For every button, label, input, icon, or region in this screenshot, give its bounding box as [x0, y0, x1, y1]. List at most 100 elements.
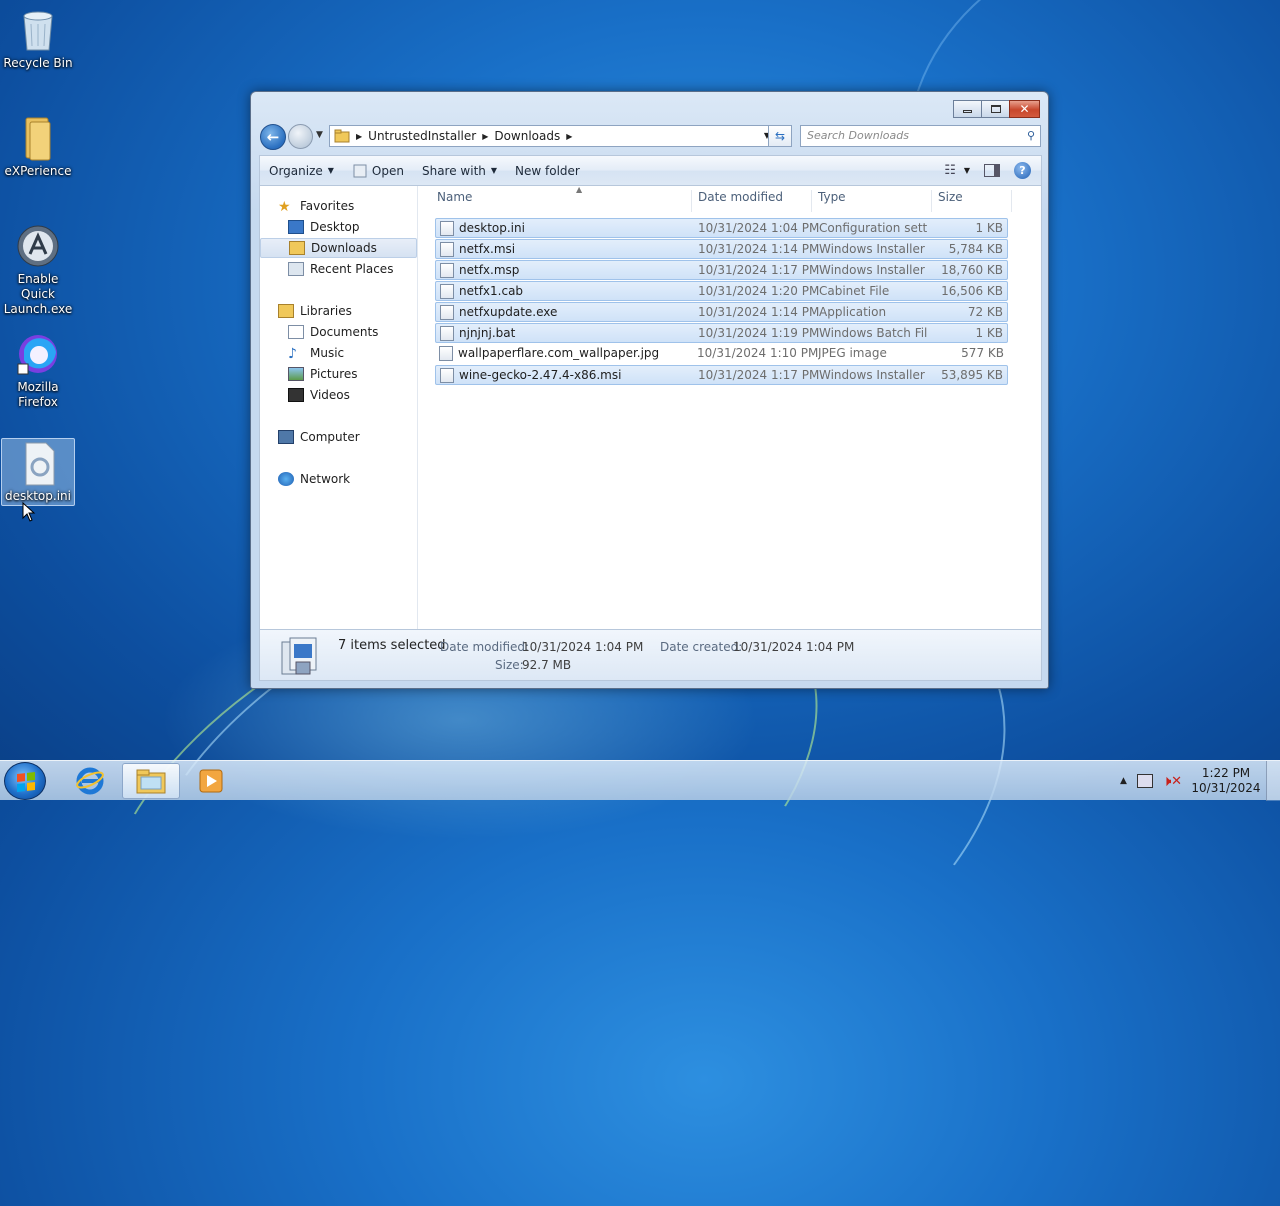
show-desktop-button[interactable] — [1266, 761, 1280, 801]
nav-network[interactable]: Network — [278, 469, 350, 489]
back-button[interactable]: ← — [260, 124, 286, 150]
details-view-icon: ☷ — [944, 163, 956, 178]
nav-label: Videos — [310, 388, 350, 402]
share-with-button[interactable]: Share with ▼ — [413, 156, 506, 185]
file-row[interactable]: desktop.ini 10/31/2024 1:04 PM Configurati… — [435, 218, 1008, 238]
file-icon — [440, 242, 454, 257]
file-row[interactable]: netfxupdate.exe 10/31/2024 1:14 PM Applica… — [435, 302, 1008, 322]
desktop-icon-desktop-ini[interactable]: desktop.ini — [1, 438, 75, 506]
action-center-icon[interactable] — [1136, 774, 1153, 788]
file-row[interactable]: netfx.msp 10/31/2024 1:17 PM Windows Insta… — [435, 260, 1008, 280]
start-button[interactable] — [4, 762, 46, 800]
file-type: Windows Installer ... — [819, 263, 927, 277]
column-divider[interactable] — [1011, 190, 1012, 212]
clock[interactable]: 1:22 PM 10/31/2024 — [1186, 766, 1266, 796]
column-label: Name — [437, 190, 473, 204]
column-header-size[interactable]: Size — [938, 190, 963, 208]
nav-favorites[interactable]: ★ Favorites — [278, 196, 354, 216]
taskbar-windows-explorer[interactable] — [122, 763, 180, 799]
refresh-button[interactable]: ⇆ — [768, 125, 792, 147]
breadcrumb-downloads[interactable]: Downloads — [494, 129, 560, 143]
taskbar-internet-explorer[interactable] — [61, 763, 119, 799]
nav-computer[interactable]: Computer — [278, 427, 360, 447]
file-row[interactable]: netfx.msi 10/31/2024 1:14 PM Windows Insta… — [435, 239, 1008, 259]
desktop-icon-mozilla-firefox[interactable]: Mozilla Firefox — [1, 330, 75, 410]
open-button[interactable]: Open — [343, 156, 413, 185]
nav-documents[interactable]: Documents — [288, 322, 378, 342]
preview-pane-button[interactable] — [984, 164, 1000, 177]
media-player-icon — [199, 769, 223, 793]
volume-muted-icon[interactable]: 🕨✕ — [1163, 774, 1182, 789]
desktop-icon-experience[interactable]: eXPerience — [1, 114, 75, 179]
file-icon — [440, 368, 454, 383]
view-options-button[interactable]: ☷ ▼ — [944, 163, 970, 178]
nav-label: Recent Places — [310, 262, 394, 276]
nav-desktop[interactable]: Desktop — [288, 217, 360, 237]
documents-icon — [288, 325, 304, 339]
breadcrumb-untrustedinstaller[interactable]: UntrustedInstaller — [368, 129, 476, 143]
nav-recent-places[interactable]: Recent Places — [288, 259, 393, 279]
close-button[interactable]: ✕ — [1009, 100, 1040, 118]
minimize-button[interactable] — [953, 100, 982, 118]
file-row[interactable]: njnjnj.bat 10/31/2024 1:19 PM Windows Batc… — [435, 323, 1008, 343]
nav-pictures[interactable]: Pictures — [288, 364, 358, 384]
file-icon — [440, 284, 454, 299]
chevron-down-icon: ▼ — [963, 166, 970, 175]
size-value: 92.7 MB — [522, 658, 572, 672]
explorer-window[interactable]: ✕ ← ▼ ▶ UntrustedInstaller ▶ Downloads ▶… — [250, 91, 1049, 689]
date-modified-label: Date modified: — [440, 640, 530, 654]
caption-buttons: ✕ — [953, 100, 1040, 118]
system-tray: ▲ 🕨✕ 1:22 PM 10/31/2024 — [1120, 761, 1280, 801]
column-header-name[interactable]: ▲ Name — [437, 185, 582, 208]
column-divider[interactable] — [931, 190, 932, 212]
breadcrumb-separator-icon[interactable]: ▶ — [482, 132, 488, 141]
open-label: Open — [371, 163, 404, 178]
recycle-bin-icon — [16, 6, 60, 54]
recent-pages-button[interactable]: ▼ — [316, 130, 323, 140]
minimize-icon — [963, 110, 972, 113]
desktop-icon-recycle-bin[interactable]: Recycle Bin — [1, 6, 75, 71]
desktop-icon-enable-quick-launch[interactable]: Enable Quick Launch.exe — [1, 222, 75, 317]
file-name: njnjnj.bat — [459, 326, 516, 340]
nav-label: Network — [300, 472, 351, 486]
taskbar-media-player[interactable] — [182, 763, 240, 799]
file-date-modified: 10/31/2024 1:04 PM — [698, 221, 820, 235]
file-name: netfxupdate.exe — [459, 305, 558, 319]
file-size: 16,506 KB — [941, 284, 1003, 298]
multiple-files-icon — [281, 637, 317, 675]
column-header-date-modified[interactable]: Date modified — [698, 190, 783, 208]
nav-downloads[interactable]: Downloads — [260, 238, 417, 258]
help-button[interactable]: ? — [1014, 162, 1031, 179]
file-date-modified: 10/31/2024 1:17 PM — [698, 368, 820, 382]
folder-icon — [16, 114, 60, 162]
desktop-icon-label: Recycle Bin — [3, 56, 73, 70]
nav-label: Music — [310, 346, 345, 360]
breadcrumb-separator-icon[interactable]: ▶ — [566, 132, 572, 141]
column-divider[interactable] — [811, 190, 812, 212]
preview-pane-icon — [984, 164, 1000, 177]
address-bar[interactable]: ▶ UntrustedInstaller ▶ Downloads ▶ ▼ — [329, 125, 775, 147]
column-header-type[interactable]: Type — [818, 190, 846, 208]
forward-button[interactable] — [288, 124, 313, 149]
recent-places-icon — [288, 262, 304, 276]
file-size: 577 KB — [961, 346, 1004, 360]
organize-button[interactable]: Organize ▼ — [260, 156, 343, 185]
file-row[interactable]: netfx1.cab 10/31/2024 1:20 PM Cabinet File… — [435, 281, 1008, 301]
maximize-button[interactable] — [981, 100, 1010, 118]
column-divider[interactable] — [691, 190, 692, 212]
close-icon: ✕ — [1019, 102, 1030, 116]
arrow-left-icon: ← — [266, 128, 280, 146]
search-icon[interactable]: ⚲ — [1027, 129, 1035, 142]
windows-logo-icon — [17, 772, 35, 792]
nav-videos[interactable]: Videos — [288, 385, 350, 405]
nav-libraries[interactable]: Libraries — [278, 301, 352, 321]
file-date-modified: 10/31/2024 1:14 PM — [698, 242, 820, 256]
nav-label: Documents — [310, 325, 379, 339]
show-hidden-icons-button[interactable]: ▲ — [1120, 776, 1127, 786]
file-row[interactable]: wine-gecko-2.47.4-x86.msi 10/31/2024 1:17… — [435, 365, 1008, 385]
nav-music[interactable]: ♪ Music — [288, 343, 344, 363]
new-folder-button[interactable]: New folder — [506, 156, 589, 185]
search-input[interactable]: Search Downloads ⚲ — [800, 125, 1041, 147]
file-row[interactable]: wallpaperflare.com_wallpaper.jpg 10/31/20… — [435, 344, 1008, 364]
breadcrumb-separator-icon[interactable]: ▶ — [356, 132, 362, 141]
